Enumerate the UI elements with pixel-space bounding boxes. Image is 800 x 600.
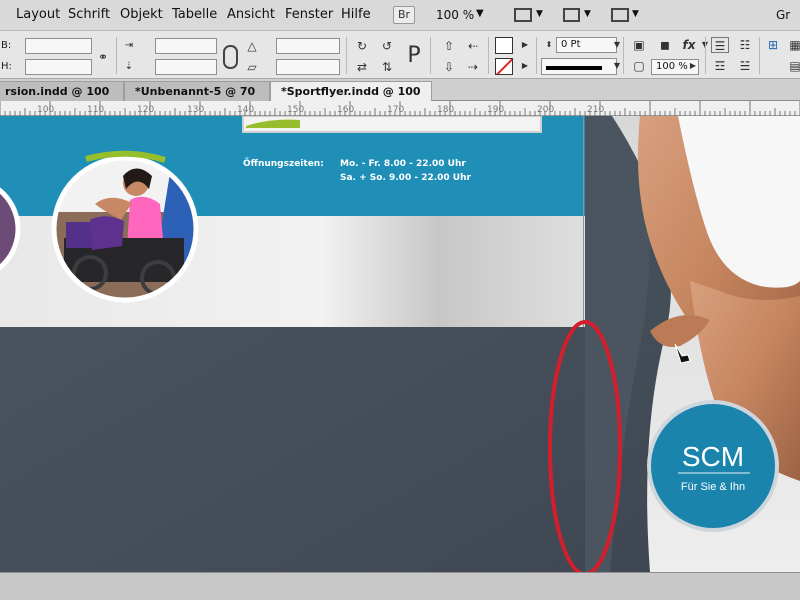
- separator: [488, 37, 489, 74]
- drop-shadow-icon[interactable]: ◼: [656, 37, 674, 53]
- scale-x-field[interactable]: [155, 38, 217, 54]
- chevron-down-icon[interactable]: ▼: [536, 9, 543, 19]
- document-tabs: rsion.indd @ 100 %× *Unbenannt-5 @ 70 %×…: [0, 79, 800, 117]
- separator: [346, 37, 347, 74]
- select-next-icon[interactable]: ⇢: [464, 59, 482, 75]
- stroke-type-dropdown[interactable]: [541, 58, 617, 75]
- status-bar: [0, 572, 800, 600]
- select-previous-icon[interactable]: ⇠: [464, 38, 482, 54]
- ruler-label: 140: [237, 105, 254, 115]
- view-options-icon[interactable]: [514, 8, 532, 22]
- align-left-icon[interactable]: ☰: [711, 37, 729, 53]
- scale-x-icon[interactable]: ⇥: [120, 38, 138, 54]
- tab-unbenannt[interactable]: *Unbenannt-5 @ 70 %×: [124, 81, 270, 117]
- page-edge: [583, 116, 584, 327]
- menu-layout[interactable]: Layout: [16, 7, 60, 22]
- ruler-label: 130: [187, 105, 204, 115]
- width-field[interactable]: [25, 38, 92, 54]
- separator: [759, 37, 760, 74]
- separator: [536, 37, 537, 74]
- separator: [116, 37, 117, 74]
- flip-horizontal-icon[interactable]: ⇄: [353, 59, 371, 75]
- chevron-down-icon[interactable]: ▼: [584, 9, 591, 19]
- justify-icon[interactable]: ☱: [736, 58, 754, 74]
- ruler-label: 180: [437, 105, 454, 115]
- logo-subtitle: Für Sie & Ihn: [681, 481, 745, 493]
- ruler-label: 210: [587, 105, 604, 115]
- scale-y-field[interactable]: [155, 59, 217, 75]
- separator: [705, 37, 706, 74]
- ruler-label: 110: [87, 105, 104, 115]
- chain-link-icon[interactable]: ⚭: [94, 49, 112, 65]
- fill-swatch[interactable]: [495, 37, 513, 54]
- frame-fitting-icon[interactable]: ⊞: [764, 37, 782, 53]
- logo-text: SCM: [682, 441, 744, 472]
- center-content-icon[interactable]: ▤: [786, 58, 800, 74]
- ruler-label: 170: [387, 105, 404, 115]
- horizontal-ruler[interactable]: 8090100110120130140150160170180190200210: [0, 101, 800, 116]
- rotate-angle-icon[interactable]: △: [243, 38, 261, 54]
- chevron-down-icon[interactable]: ▼: [632, 9, 639, 19]
- fit-content-icon[interactable]: ▦: [786, 37, 800, 53]
- height-label: H:: [1, 61, 12, 72]
- stroke-swatch[interactable]: [495, 58, 513, 75]
- align-center-icon[interactable]: ☷: [736, 37, 754, 53]
- ruler-label: 190: [487, 105, 504, 115]
- shear-field[interactable]: [276, 59, 340, 75]
- text-wrap-icon[interactable]: ▣: [630, 37, 648, 53]
- hours-weekday: Mo. - Fr. 8.00 - 22.00 Uhr: [340, 159, 466, 169]
- chevron-right-icon[interactable]: ▶: [684, 58, 702, 74]
- tab-sportflyer[interactable]: *Sportflyer.indd @ 100 %×: [270, 81, 432, 117]
- chevron-down-icon[interactable]: ▼: [476, 8, 484, 19]
- height-field[interactable]: [25, 59, 92, 75]
- select-content-icon[interactable]: ⇩: [440, 59, 458, 75]
- rotate-ccw-icon[interactable]: ↺: [378, 38, 396, 54]
- menu-bar: Layout Schrift Objekt Tabelle Ansicht Fe…: [0, 0, 800, 31]
- shear-angle-icon[interactable]: ▱: [243, 59, 261, 75]
- separator: [430, 37, 431, 74]
- align-right-icon[interactable]: ☲: [711, 58, 729, 74]
- screen-mode-icon[interactable]: [563, 8, 580, 22]
- select-container-icon[interactable]: ⇧: [440, 38, 458, 54]
- stepper-icon[interactable]: ⬍: [540, 37, 558, 53]
- menu-schrift[interactable]: Schrift: [68, 7, 110, 22]
- opening-hours-label: Öffnungszeiten:: [243, 158, 324, 169]
- arrange-documents-icon[interactable]: [611, 8, 629, 22]
- scale-y-icon[interactable]: ⇣: [120, 59, 138, 75]
- canvas-artwork: Öffnungszeiten: Mo. - Fr. 8.00 - 22.00 U…: [0, 116, 800, 572]
- zoom-level[interactable]: 100 %: [436, 8, 474, 22]
- document-canvas[interactable]: Öffnungszeiten: Mo. - Fr. 8.00 - 22.00 U…: [0, 116, 800, 572]
- menu-objekt[interactable]: Objekt: [120, 7, 163, 22]
- ruler-label: 200: [537, 105, 554, 115]
- chevron-right-icon[interactable]: ▶: [516, 37, 534, 53]
- flip-vertical-icon[interactable]: ⇅: [378, 59, 396, 75]
- ruler-label: 150: [287, 105, 304, 115]
- opacity-icon[interactable]: ▢: [630, 58, 648, 74]
- bridge-button[interactable]: Br: [393, 6, 415, 24]
- constrain-proportions-icon[interactable]: [223, 45, 238, 69]
- menu-tabelle[interactable]: Tabelle: [172, 7, 217, 22]
- tab-version[interactable]: rsion.indd @ 100 %×: [0, 81, 124, 117]
- ruler-svg: 8090100110120130140150160170180190200210: [0, 101, 800, 116]
- chevron-right-icon[interactable]: ▶: [516, 58, 534, 74]
- rotate-field[interactable]: [276, 38, 340, 54]
- separator: [623, 37, 624, 74]
- ruler-label: 160: [337, 105, 354, 115]
- width-label: B:: [1, 40, 12, 51]
- hours-weekend: Sa. + So. 9.00 - 22.00 Uhr: [340, 173, 472, 183]
- menu-ansicht[interactable]: Ansicht: [227, 7, 275, 22]
- menu-hilfe[interactable]: Hilfe: [341, 7, 371, 22]
- control-panel: B: H: ⚭ ⇥ ⇣ △ ▱ ↻ ↺ ⇄ ⇅ P ⇧ ⇩ ⇠ ⇢ ▶ ▶ 0 …: [0, 31, 800, 79]
- ruler-label: 120: [137, 105, 154, 115]
- rotate-cw-icon[interactable]: ↻: [353, 38, 371, 54]
- ruler-label: 100: [37, 105, 54, 115]
- type-reference-icon[interactable]: P: [402, 43, 426, 69]
- menu-fenster[interactable]: Fenster: [285, 7, 333, 22]
- workspace-switcher[interactable]: Gr: [776, 8, 790, 22]
